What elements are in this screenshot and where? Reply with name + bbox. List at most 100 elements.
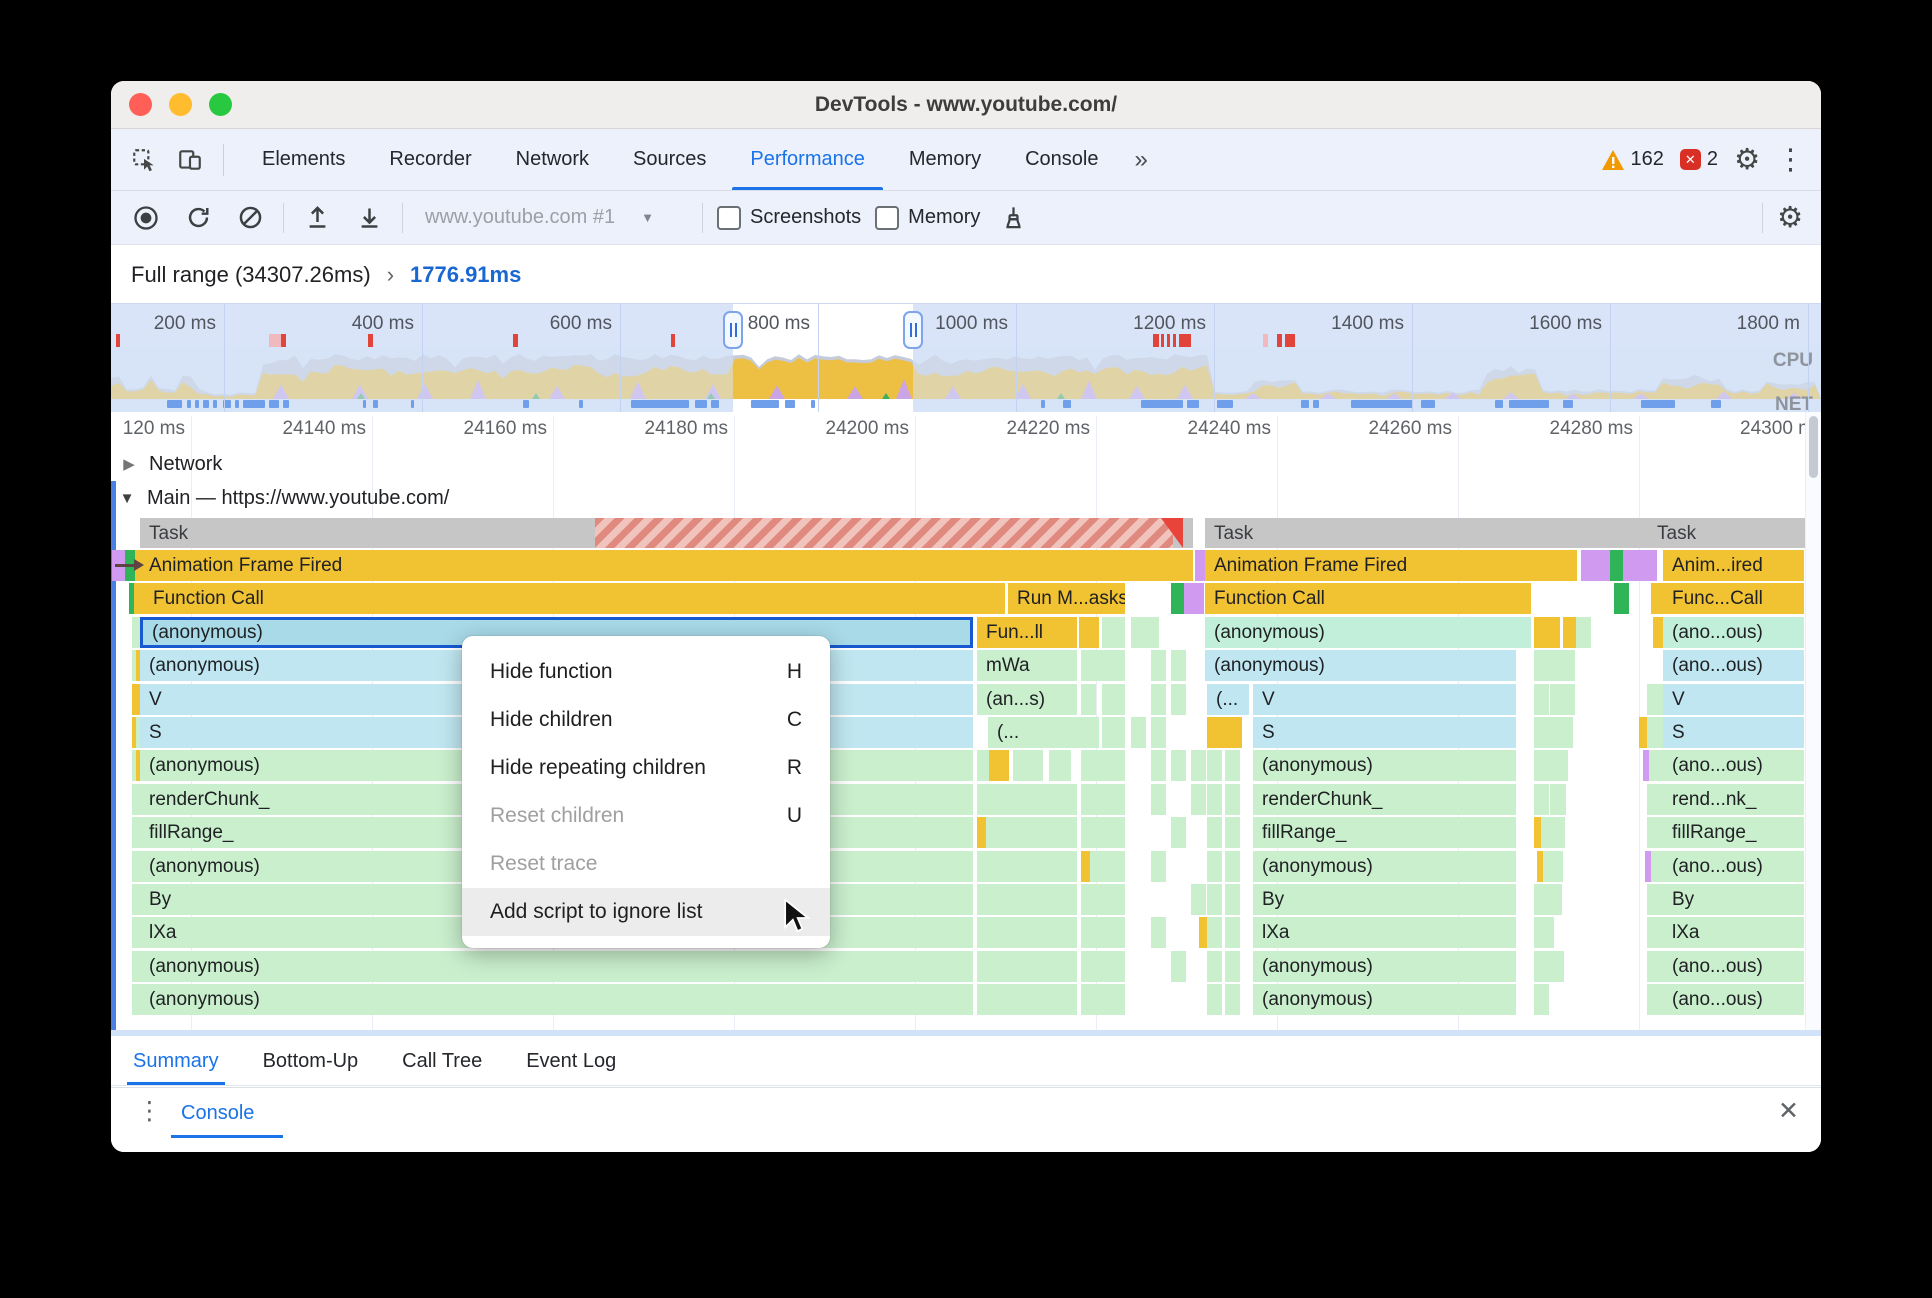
menu-item-reset-trace[interactable]: Reset trace <box>462 840 830 888</box>
flame-bar[interactable] <box>1151 851 1166 882</box>
flame-bar-anim-ired[interactable]: Anim...ired <box>1663 550 1804 581</box>
flame-bar[interactable] <box>1081 984 1125 1015</box>
flame-bar[interactable] <box>1207 984 1222 1015</box>
flame-bar-ano-ous[interactable]: (ano...ous) <box>1663 650 1804 681</box>
flame-bar-anonymous[interactable]: (anonymous) <box>1253 984 1516 1015</box>
flame-bar[interactable] <box>1191 884 1206 915</box>
tab-network[interactable]: Network <box>494 129 611 190</box>
flame-bar-fillrange[interactable]: fillRange_ <box>1253 817 1516 848</box>
flame-bar[interactable] <box>1151 750 1166 781</box>
flame-bar[interactable] <box>1225 817 1240 848</box>
flame-bar[interactable] <box>1207 817 1222 848</box>
flame-bar[interactable] <box>1171 750 1186 781</box>
flame-bar[interactable] <box>986 817 1077 848</box>
warning-badge[interactable]: 162 <box>1601 148 1664 171</box>
flame-bar[interactable] <box>595 518 1173 548</box>
flame-bar[interactable] <box>1207 951 1222 982</box>
vertical-scrollbar[interactable] <box>1805 412 1821 1030</box>
flame-bar[interactable] <box>1171 684 1186 715</box>
flame-bar-ano-ous[interactable]: (ano...ous) <box>1663 851 1804 882</box>
flame-bar[interactable] <box>1225 884 1240 915</box>
flame-bar[interactable] <box>977 917 1077 948</box>
flame-bar-anonymous[interactable]: (anonymous) <box>1253 851 1516 882</box>
flame-bar[interactable] <box>1207 784 1222 815</box>
flame-bar[interactable] <box>1534 984 1549 1015</box>
flame-bar[interactable] <box>1576 617 1591 648</box>
flame-bar[interactable] <box>1131 717 1146 748</box>
flame-bar[interactable] <box>989 750 1009 781</box>
tab-recorder[interactable]: Recorder <box>367 129 493 190</box>
flame-bar-ano-ous[interactable]: (ano...ous) <box>1663 951 1804 982</box>
flame-bar[interactable] <box>1013 750 1043 781</box>
flame-bar-animation-frame-fired[interactable]: Animation Frame Fired <box>140 550 1193 581</box>
capture-settings-gear-icon[interactable]: ⚙ <box>1777 199 1803 237</box>
flame-bar-anonymous[interactable]: (anonymous) <box>1205 617 1531 648</box>
flame-bar[interactable] <box>1151 917 1166 948</box>
screenshots-checkbox[interactable]: Screenshots <box>717 205 861 230</box>
close-drawer-icon[interactable]: ✕ <box>1778 1096 1799 1126</box>
flame-bar-lxa[interactable]: lXa <box>1253 917 1516 948</box>
flame-bar[interactable] <box>1553 750 1568 781</box>
device-toolbar-icon[interactable] <box>171 141 209 179</box>
garbage-collect-brush-icon[interactable] <box>994 199 1032 237</box>
flame-bar[interactable] <box>1534 617 1560 648</box>
flame-bar-an-s[interactable]: (an...s) <box>977 684 1077 715</box>
flame-bar[interactable] <box>1207 917 1222 948</box>
flame-bar[interactable] <box>1081 817 1125 848</box>
flame-bar[interactable] <box>1191 750 1206 781</box>
flame-bar-animation-frame-fired[interactable]: Animation Frame Fired <box>1205 550 1577 581</box>
flame-bar[interactable] <box>1534 784 1549 815</box>
flame-bar[interactable] <box>1225 851 1240 882</box>
flame-bar-ano-ous[interactable]: (ano...ous) <box>1663 984 1804 1015</box>
flame-bar[interactable] <box>1171 951 1186 982</box>
flame-bar[interactable] <box>1151 650 1166 681</box>
breadcrumb-full-range[interactable]: Full range (34307.26ms) <box>131 262 371 288</box>
flame-bar-bar[interactable]: (... <box>1207 684 1249 715</box>
flame-bar[interactable] <box>1081 684 1096 715</box>
flame-bar-func-call[interactable]: Func...Call <box>1663 583 1804 614</box>
flame-bar[interactable] <box>1102 717 1125 748</box>
flame-bar-fun-ll[interactable]: Fun...ll <box>977 617 1077 648</box>
flame-bar[interactable] <box>1102 617 1125 648</box>
flame-bar[interactable] <box>1207 717 1242 748</box>
flame-bar[interactable] <box>1560 650 1575 681</box>
flame-bar[interactable] <box>1049 750 1071 781</box>
flame-bar-function-call[interactable]: Function Call <box>144 583 1005 614</box>
memory-checkbox[interactable]: Memory <box>875 205 980 230</box>
flame-bar[interactable] <box>977 851 1077 882</box>
timeline-overview[interactable]: CPU NET 200 ms 400 ms 600 ms 800 ms 1000 ms 1… <box>111 303 1821 414</box>
flame-bar[interactable] <box>1543 851 1563 882</box>
tab-performance[interactable]: Performance <box>728 129 887 190</box>
flame-bar-ano-ous[interactable]: (ano...ous) <box>1663 750 1804 781</box>
flame-bar-anonymous[interactable]: (anonymous) <box>1253 750 1516 781</box>
tab-sources[interactable]: Sources <box>611 129 728 190</box>
flame-bar[interactable] <box>1550 784 1566 815</box>
kebab-menu-icon[interactable]: ⋮ <box>1776 141 1805 179</box>
flame-bar-anonymous[interactable]: (anonymous) <box>1253 951 1516 982</box>
flame-bar[interactable] <box>1189 583 1204 614</box>
menu-item-reset-children[interactable]: Reset children U <box>462 792 830 840</box>
flame-bar-s[interactable]: S <box>1253 717 1516 748</box>
detail-tab-event-log[interactable]: Event Log <box>526 1036 616 1085</box>
flame-bar[interactable] <box>1081 750 1125 781</box>
flame-bar[interactable] <box>1534 684 1549 715</box>
flame-bar[interactable] <box>977 984 1077 1015</box>
error-badge[interactable]: ✕ 2 <box>1679 148 1718 171</box>
flame-bar[interactable] <box>1161 518 1183 548</box>
flame-bar[interactable] <box>1079 617 1099 648</box>
menu-item-hide-children[interactable]: Hide children C <box>462 696 830 744</box>
detail-tab-bottom-up[interactable]: Bottom-Up <box>263 1036 359 1085</box>
flame-bar-by[interactable]: By <box>1253 884 1516 915</box>
flame-bar[interactable] <box>977 884 1077 915</box>
flame-bar-task[interactable]: Task <box>1205 518 1656 548</box>
flame-bar-mwa[interactable]: mWa <box>977 650 1077 681</box>
flame-bar-task[interactable]: Task <box>1648 518 1808 548</box>
inspect-element-icon[interactable] <box>125 141 163 179</box>
upload-profile-icon[interactable] <box>298 199 336 237</box>
flame-bar-v[interactable]: V <box>1253 684 1516 715</box>
flame-bar[interactable] <box>1614 583 1629 614</box>
more-tabs-button[interactable]: » <box>1121 129 1162 190</box>
flame-bar[interactable] <box>1225 784 1240 815</box>
flame-bar-function-call[interactable]: Function Call <box>1205 583 1531 614</box>
flame-chart-panel[interactable]: 120 ms 24140 ms 24160 ms 24180 ms 24200 ms 24… <box>111 412 1821 1030</box>
